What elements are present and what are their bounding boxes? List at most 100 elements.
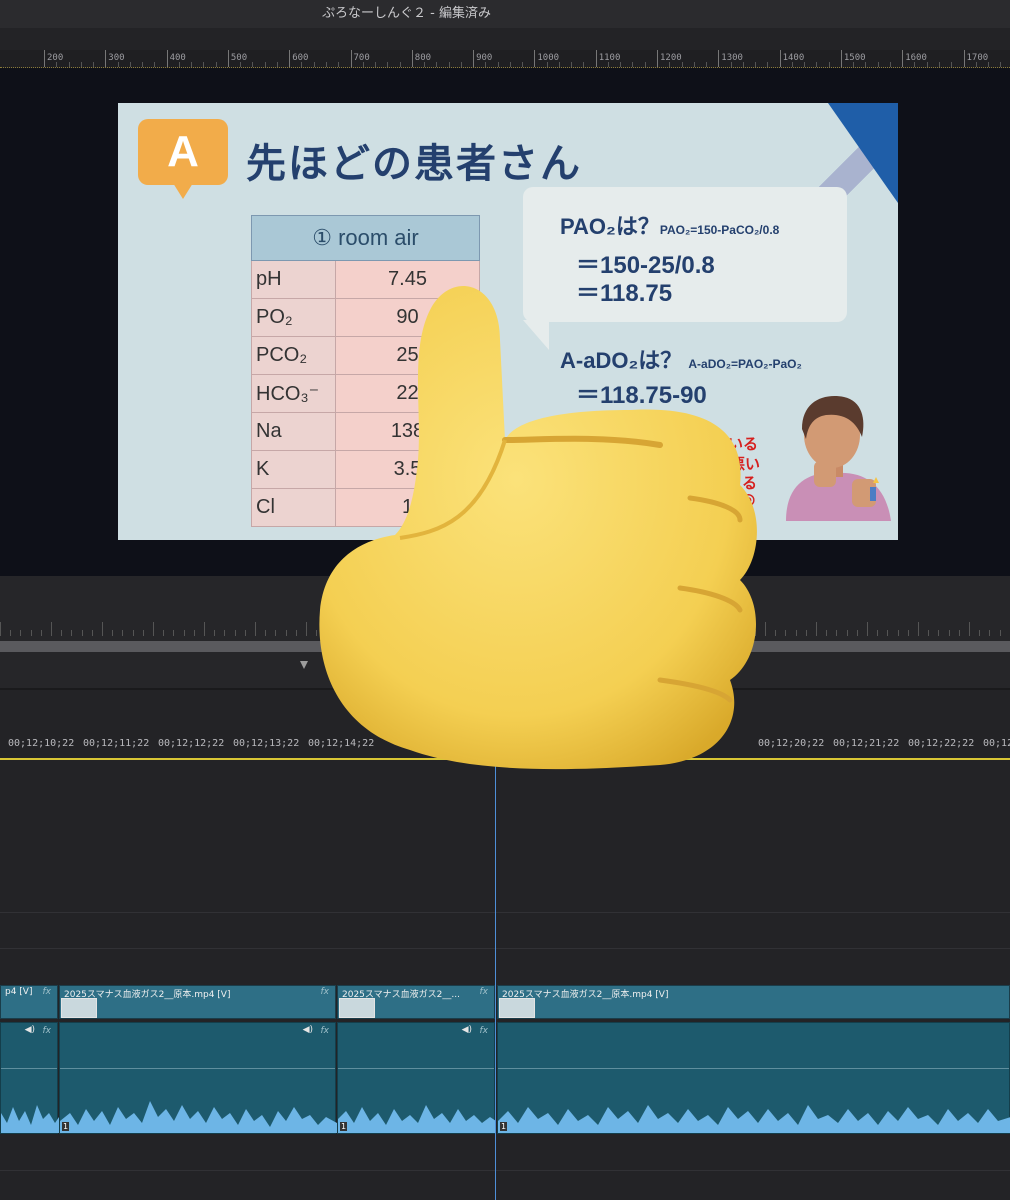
fx-icon[interactable]: fx — [43, 987, 52, 997]
ruler-minor-tick — [644, 62, 646, 67]
ruler-minor-tick — [546, 62, 548, 67]
scrub-tick — [153, 622, 154, 636]
ruler-minor-tick — [571, 62, 573, 67]
scrub-tick — [234, 630, 236, 636]
fx-icon[interactable]: fx — [480, 987, 489, 997]
channel-number: 1 — [500, 1122, 508, 1131]
timecode-label: 00;12;21;22 — [833, 738, 900, 749]
scrub-tick — [265, 630, 267, 636]
video-clip[interactable]: 2025スマナス血液ガス2__原本.mp4 [V] fx — [59, 985, 336, 1019]
scrub-tick — [132, 630, 134, 636]
ruler-tick — [902, 50, 904, 67]
ruler-minor-tick — [460, 62, 462, 67]
scrub-tick — [51, 622, 52, 636]
ruler-minor-tick — [828, 62, 830, 67]
ruler-minor-tick — [154, 62, 156, 67]
fx-icon[interactable]: fx — [480, 1026, 489, 1036]
fx-icon[interactable]: fx — [321, 987, 330, 997]
ruler-minor-tick — [142, 62, 144, 67]
ruler-tick — [289, 50, 291, 67]
ruler-label: 600 — [292, 53, 309, 63]
scrub-tick — [10, 630, 12, 636]
fx-icon[interactable]: fx — [43, 1026, 52, 1036]
thumbs-up-icon — [319, 286, 757, 770]
scrub-tick — [112, 630, 114, 636]
table-header: ① room air — [251, 215, 480, 261]
ruler-minor-tick — [191, 62, 193, 67]
ruler-minor-tick — [129, 62, 131, 67]
volume-rubber-band[interactable] — [338, 1068, 494, 1069]
ruler-minor-tick — [951, 62, 953, 67]
volume-rubber-band[interactable] — [1, 1068, 57, 1069]
timecode-label: 00;12;13;22 — [233, 738, 300, 749]
audio-clip[interactable]: ◀) fx 1 — [337, 1022, 496, 1134]
video-clip[interactable]: 2025スマナス血液ガス2__原本.mp4 [V] — [497, 985, 1010, 1019]
scrub-tick — [867, 622, 868, 636]
ruler-minor-tick — [975, 62, 977, 67]
program-monitor-ruler[interactable]: 200 300 400 500 600 700 800 900 1000 1100 1200 1300… — [0, 50, 1010, 68]
ruler-tick — [779, 50, 781, 67]
volume-rubber-band[interactable] — [498, 1068, 1009, 1069]
ruler-minor-tick — [706, 62, 708, 67]
ruler-minor-tick — [80, 62, 82, 67]
ruler-tick — [534, 50, 536, 67]
timecode-label: 00;12;11;22 — [83, 738, 150, 749]
ruler-minor-tick — [1000, 62, 1002, 67]
scrub-tick — [255, 622, 256, 636]
scrub-tick — [805, 630, 807, 636]
scrub-tick — [61, 630, 63, 636]
ruler-minor-tick — [117, 62, 119, 67]
ruler-minor-tick — [853, 62, 855, 67]
ruler-minor-tick — [215, 62, 217, 67]
ruler-minor-tick — [669, 62, 671, 67]
ruler-minor-tick — [252, 62, 254, 67]
ruler-minor-tick — [276, 62, 278, 67]
scrub-tick — [989, 630, 991, 636]
ruler-minor-tick — [497, 62, 499, 67]
clip-thumbnail — [61, 998, 97, 1018]
volume-rubber-band[interactable] — [60, 1068, 335, 1069]
ruler-minor-tick — [56, 62, 58, 67]
audio-clip[interactable]: ◀) fx 1 — [59, 1022, 337, 1134]
ruler-minor-tick — [632, 62, 634, 67]
scrub-tick — [142, 630, 144, 636]
ruler-minor-tick — [583, 62, 585, 67]
scrub-tick — [275, 630, 277, 636]
ruler-label: 500 — [230, 53, 248, 63]
ruler-minor-tick — [620, 62, 622, 67]
ruler-minor-tick — [448, 62, 450, 67]
ruler-minor-tick — [938, 62, 940, 67]
ruler-tick — [166, 50, 168, 67]
audio-clip[interactable]: ◀) fx — [0, 1022, 59, 1134]
playhead-line[interactable] — [495, 752, 496, 1200]
audio-waveform — [60, 1101, 337, 1133]
video-clip[interactable]: p4 [V] fx — [0, 985, 58, 1019]
premiere-window: ぷろなーしんぐ２ - 編集済み 200 300 400 500 600 700 800 900… — [0, 0, 1010, 1200]
scrub-tick — [775, 630, 777, 636]
ruler-label: 1300 — [721, 53, 743, 63]
scrub-tick — [785, 630, 787, 636]
ruler-tick — [473, 50, 475, 67]
scrub-tick — [856, 630, 858, 636]
title-bar: ぷろなーしんぐ２ - 編集済み — [0, 0, 1010, 28]
scrub-tick — [907, 630, 909, 636]
fx-icon[interactable]: fx — [321, 1026, 330, 1036]
slide-title: 先ほどの患者さん — [246, 141, 582, 187]
scrub-tick — [877, 630, 879, 636]
scrub-tick — [81, 630, 83, 636]
scrub-tick — [30, 630, 32, 636]
window-title: ぷろなーしんぐ２ - 編集済み — [322, 6, 491, 21]
scrub-tick — [214, 630, 216, 636]
scrub-tick — [295, 630, 297, 636]
timecode-label: 00;12;2 — [983, 738, 1010, 749]
video-clip[interactable]: 2025スマナス血液ガス2__... fx — [337, 985, 495, 1019]
scrub-tick — [173, 630, 175, 636]
ruler-minor-tick — [742, 62, 744, 67]
clip-thumbnail — [499, 998, 535, 1018]
scrub-tick — [244, 630, 246, 636]
ruler-label: 1100 — [598, 53, 621, 63]
ruler-minor-tick — [877, 62, 879, 67]
timecode-label: 00;12;22;22 — [908, 738, 975, 749]
audio-clip[interactable]: 1 — [497, 1022, 1010, 1134]
scrub-tick — [948, 630, 950, 636]
